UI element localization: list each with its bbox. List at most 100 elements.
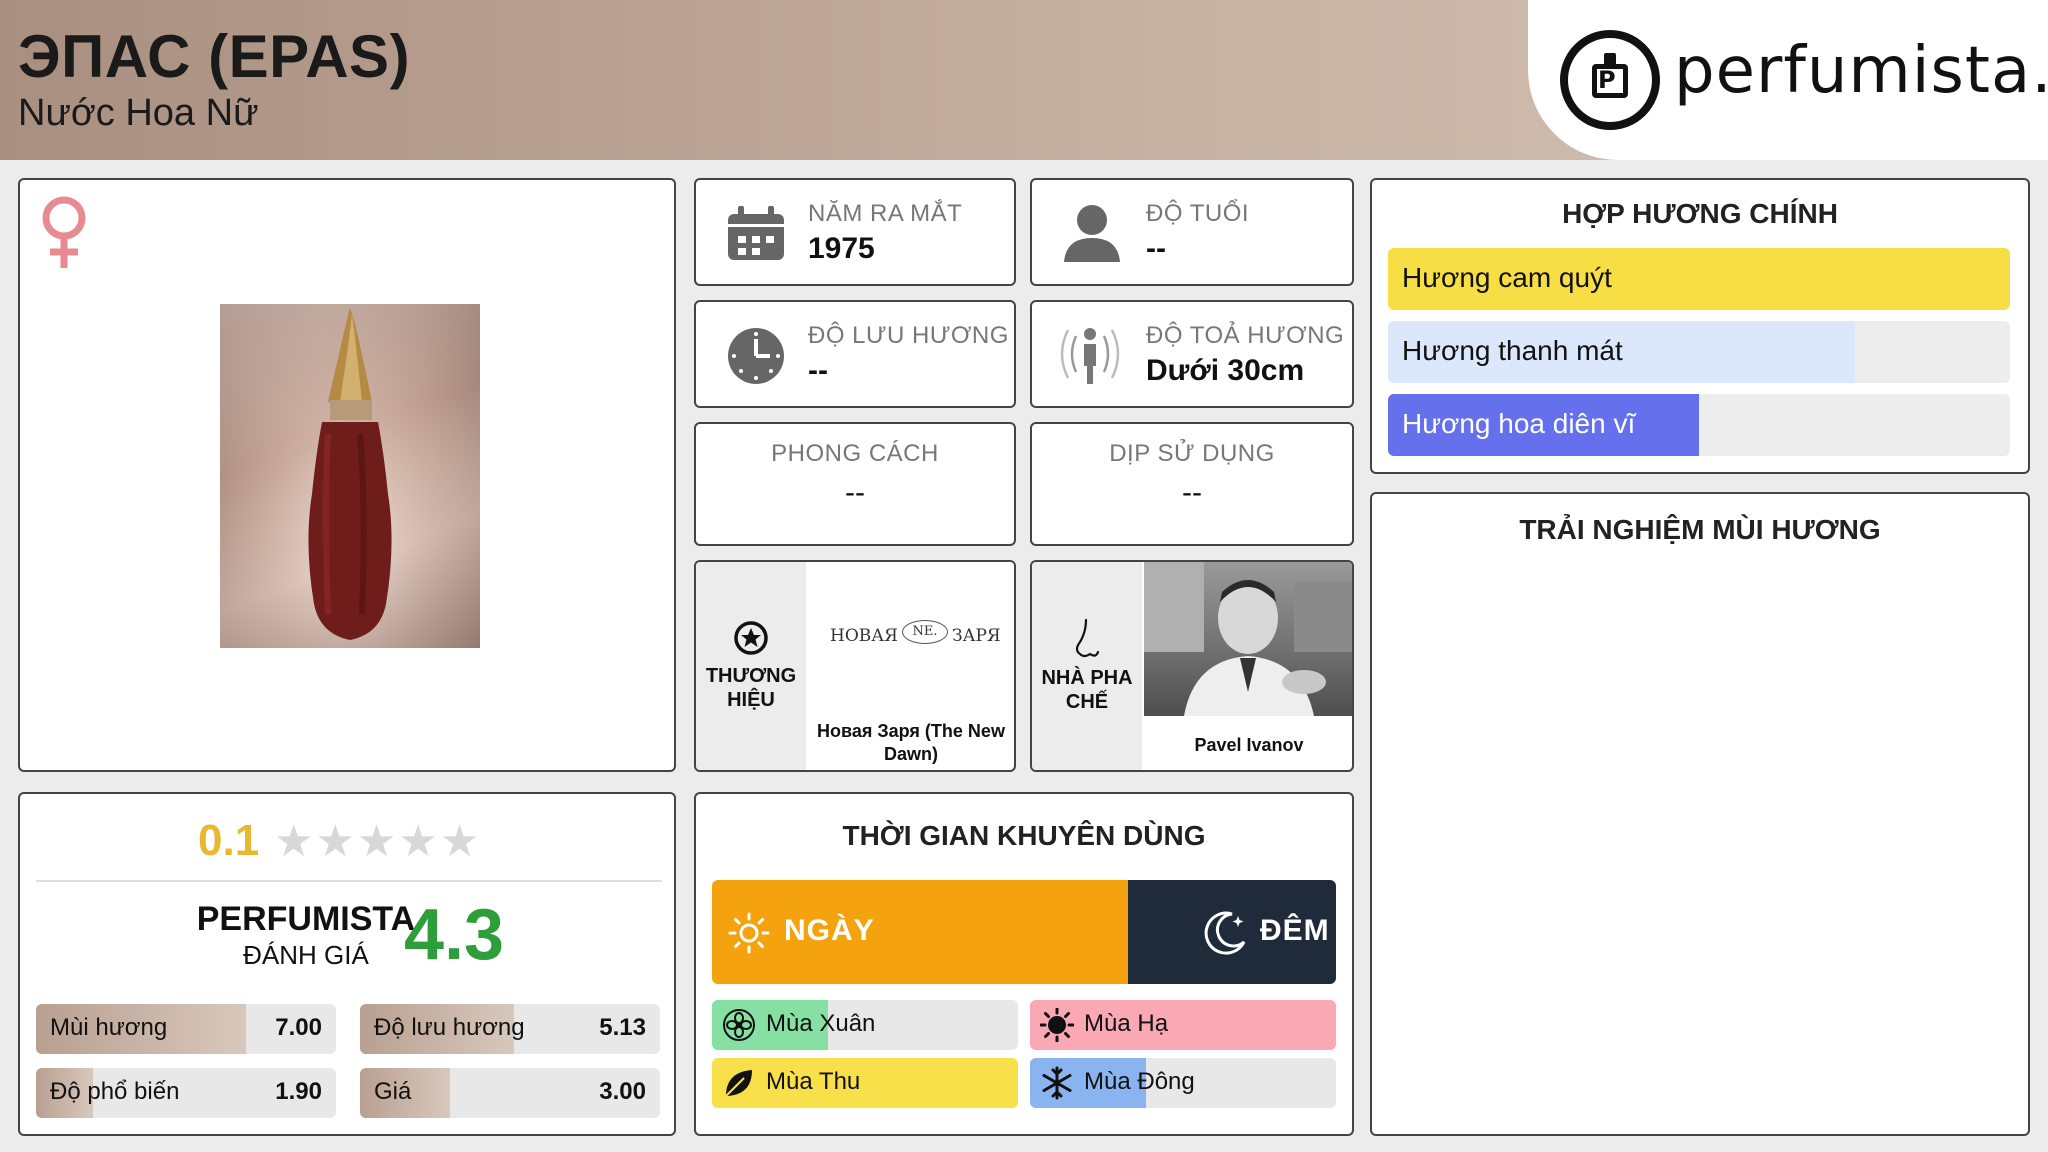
season-fill [712, 1058, 1018, 1108]
perfume-subtitle: Nước Hoa Nữ [18, 92, 259, 134]
perfumista-label: PERFUMISTA [196, 900, 416, 938]
accord-bar: Hương cam quýt [1388, 248, 2010, 310]
brand-logo-text-left: НОВАЯ [830, 626, 898, 646]
star-icon[interactable]: ★ [315, 816, 356, 867]
nose-icon [1075, 618, 1100, 658]
perfumer-name: Pavel Ivanov [1194, 735, 1304, 755]
occasion-value: -- [1182, 476, 1202, 509]
brand-logo: НОВАЯ NE. ЗАРЯ [808, 562, 1014, 718]
brand-label: THƯƠNG HIỆU [705, 665, 797, 711]
star-badge-icon [734, 621, 768, 655]
longevity-card: ĐỘ LƯU HƯƠNG -- [694, 300, 1016, 408]
day-bar: NGÀY [712, 880, 1128, 984]
accord-bar: Hương thanh mát [1388, 321, 2010, 383]
night-bar: ĐÊM [1128, 880, 1336, 984]
metric-price: Giá 3.00 [360, 1068, 660, 1118]
snowflake-icon [1042, 1066, 1072, 1100]
sillage-label: ĐỘ TOẢ HƯƠNG [1146, 322, 1345, 349]
scent-experience-heading: TRẢI NGHIỆM MÙI HƯƠNG [1519, 514, 1881, 545]
star-icon[interactable]: ★ [274, 816, 315, 867]
metric-scent: Mùi hương 7.00 [36, 1004, 336, 1054]
season-winter: Mùa Đông [1030, 1058, 1336, 1108]
accord-label: Hương thanh mát [1402, 335, 1623, 366]
star-rating[interactable]: ★★★★★ [274, 816, 481, 867]
metric-longevity: Độ lưu hương 5.13 [360, 1004, 660, 1054]
metric-value: 1.90 [275, 1078, 322, 1105]
site-logo[interactable]: P perfumista.vn [1528, 0, 2048, 160]
metric-popularity: Độ phổ biến 1.90 [36, 1068, 336, 1118]
season-label: Mùa Đông [1084, 1068, 1195, 1095]
metric-label: Độ phổ biến [50, 1078, 180, 1105]
season-summer: Mùa Hạ [1030, 1000, 1336, 1050]
main-accords-panel: HỢP HƯƠNG CHÍNH Hương cam quýt Hương tha… [1370, 178, 2030, 474]
moon-stars-icon [1204, 911, 1246, 955]
rating-panel: 0.1 ★★★★★ PERFUMISTA ĐÁNH GIÁ 4.3 Mùi hư… [18, 792, 676, 1136]
leaf-icon [725, 1070, 752, 1097]
perfumer-card[interactable]: NHÀ PHA CHẾ Pavel Ivanov [1030, 560, 1354, 772]
perfume-bottle-logo-icon: P [1560, 30, 1660, 130]
day-label: NGÀY [784, 914, 875, 947]
female-symbol-icon [42, 196, 86, 268]
release-year-card: NĂM RA MẮT 1975 [694, 178, 1016, 286]
style-card: PHONG CÁCH -- [694, 422, 1016, 546]
season-label: Mùa Hạ [1084, 1010, 1169, 1037]
person-icon [1064, 205, 1120, 262]
calendar-icon [728, 206, 784, 260]
occasion-card: DỊP SỬ DỤNG -- [1030, 422, 1354, 546]
style-value: -- [845, 476, 865, 509]
clock-icon [728, 328, 784, 384]
season-label: Mùa Xuân [766, 1010, 876, 1037]
longevity-value: -- [808, 354, 828, 387]
age-card: ĐỘ TUỔI -- [1030, 178, 1354, 286]
age-label: ĐỘ TUỔI [1146, 200, 1250, 227]
perfumer-photo [1144, 562, 1352, 716]
main-accords-heading: HỢP HƯƠNG CHÍNH [1562, 198, 1838, 229]
age-value: -- [1146, 232, 1166, 265]
star-icon[interactable]: ★ [357, 816, 398, 867]
divider [36, 880, 662, 882]
season-autumn: Mùa Thu [712, 1058, 1018, 1108]
accord-label: Hương hoa diên vĩ [1402, 408, 1636, 439]
sillage-person-icon [1060, 328, 1120, 384]
metric-value: 3.00 [599, 1078, 646, 1105]
perfumista-sublabel: ĐÁNH GIÁ [243, 940, 369, 970]
scent-experience-panel: TRẢI NGHIỆM MÙI HƯƠNG [1370, 492, 2030, 1136]
flower-icon [723, 1009, 755, 1041]
style-label: PHONG CÁCH [771, 440, 939, 467]
season-label: Mùa Thu [766, 1068, 861, 1095]
longevity-label: ĐỘ LƯU HƯƠNG [808, 322, 1009, 349]
star-icon[interactable]: ★ [440, 816, 481, 867]
occasion-label: DỊP SỬ DỤNG [1109, 440, 1275, 467]
brand-name: Новая Заря (The New Dawn) [817, 721, 1005, 764]
header: ЭПАС (EPAS) Nước Hoa Nữ P perfumista.vn [0, 0, 2048, 160]
metric-label: Giá [374, 1078, 412, 1105]
sillage-card: ĐỘ TOẢ HƯƠNG Dưới 30cm [1030, 300, 1354, 408]
metric-label: Độ lưu hương [374, 1014, 525, 1041]
perfumer-label: NHÀ PHA CHẾ [1041, 667, 1133, 713]
star-icon[interactable]: ★ [398, 816, 439, 867]
metric-value: 5.13 [599, 1014, 646, 1041]
brand-logo-emblem: NE. [902, 620, 948, 644]
season-fill [1030, 1000, 1336, 1050]
logo-text: perfumista.vn [1674, 34, 2048, 108]
accord-bar: Hương hoa diên vĩ [1388, 394, 2010, 456]
sun-icon [1040, 1008, 1074, 1042]
recommended-time-panel: THỜI GIAN KHUYÊN DÙNG NGÀY ĐÊM Mùa Xuân … [694, 792, 1354, 1136]
metric-value: 7.00 [275, 1014, 322, 1041]
perfume-bottle-photo [220, 304, 480, 648]
user-rating-score: 0.1 [198, 816, 260, 865]
release-year-value: 1975 [808, 232, 875, 265]
sun-outline-icon [728, 912, 770, 954]
brand-logo-text-right: ЗАРЯ [952, 626, 1001, 646]
perfume-title: ЭПАС (EPAS) [18, 23, 411, 90]
metric-label: Mùi hương [50, 1014, 168, 1041]
brand-card[interactable]: THƯƠNG HIỆU НОВАЯ NE. ЗАРЯ Новая Заря (T… [694, 560, 1016, 772]
release-year-label: NĂM RA MẮT [808, 200, 963, 227]
sillage-value: Dưới 30cm [1146, 354, 1305, 387]
night-label: ĐÊM [1260, 914, 1330, 947]
recommended-time-heading: THỜI GIAN KHUYÊN DÙNG [842, 820, 1206, 851]
perfume-image-panel [18, 178, 676, 772]
perfumista-score: 4.3 [404, 895, 505, 975]
season-spring: Mùa Xuân [712, 1000, 1018, 1050]
accord-label: Hương cam quýt [1402, 262, 1612, 293]
